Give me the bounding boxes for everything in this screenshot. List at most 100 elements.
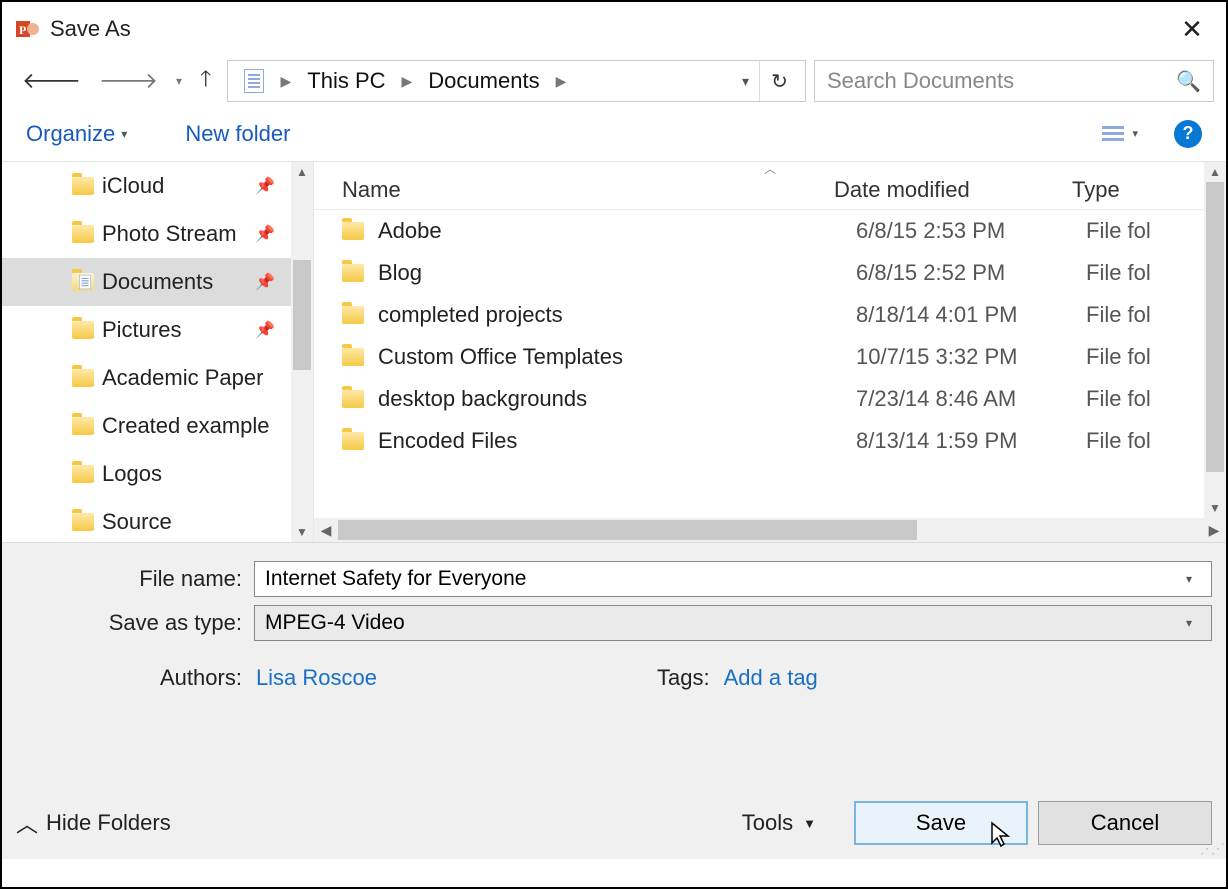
forward-button[interactable]: 🡒 [99,68,158,94]
folder-icon [72,225,94,243]
title-bar: P Save As ✕ [2,2,1226,56]
file-name: completed projects [378,302,856,328]
resize-grip-icon[interactable]: ⋰⋰ [1200,840,1222,857]
sidebar-item-label: Documents [102,269,213,295]
pin-icon: 📌 [255,272,275,292]
tools-button[interactable]: Tools ▼ [742,810,816,836]
file-name: Adobe [378,218,856,244]
authors-label: Authors: [160,665,242,691]
file-hscrollbar[interactable]: ◀ ▶ [314,518,1226,542]
address-bar[interactable]: ▶ This PC ▶ Documents ▶ ▾ ↻ [227,60,806,102]
chevron-right-icon[interactable]: ▶ [274,73,297,90]
folder-icon [72,417,94,435]
authors-value[interactable]: Lisa Roscoe [256,665,377,691]
file-type: File fol [1086,428,1151,454]
hide-folders-button[interactable]: ︿ Hide Folders [16,807,171,839]
chevron-down-icon[interactable]: ▾ [1177,567,1201,591]
help-button[interactable]: ? [1174,120,1202,148]
bottom-bar: ︿ Hide Folders Tools ▼ Save Cancel [16,801,1212,845]
cursor-icon [990,821,1014,849]
collapse-caret-icon[interactable]: ︿ [764,162,776,177]
file-type: File fol [1086,260,1151,286]
saveastype-select[interactable]: MPEG-4 Video ▾ [254,605,1212,641]
recent-dropdown[interactable]: ▾ [176,74,182,88]
file-row[interactable]: Adobe6/8/15 2:53 PMFile fol [314,210,1226,252]
sidebar-item[interactable]: Source [2,498,313,542]
sidebar-item[interactable]: Academic Paper [2,354,313,402]
save-button[interactable]: Save [854,801,1028,845]
file-type: File fol [1086,386,1151,412]
refresh-button[interactable]: ↻ [759,61,799,101]
file-type: File fol [1086,344,1151,370]
new-folder-button[interactable]: New folder [185,121,290,147]
sidebar-item[interactable]: iCloud 📌 [2,162,313,210]
sidebar-item[interactable]: Logos [2,450,313,498]
view-button[interactable]: ▾ [1102,125,1138,143]
sidebar: iCloud📌Photo Stream📌Documents📌Pictures📌A… [2,162,314,542]
folder-icon [342,306,364,324]
chevron-down-icon[interactable]: ▾ [1177,611,1201,635]
file-row[interactable]: desktop backgrounds7/23/14 8:46 AMFile f… [314,378,1226,420]
file-name: Blog [378,260,856,286]
file-type: File fol [1086,302,1151,328]
folder-icon [72,513,94,531]
file-date: 8/18/14 4:01 PM [856,302,1086,328]
sidebar-item[interactable]: Photo Stream📌 [2,210,313,258]
nav-row: 🡐 🡒 ▾ 🡑 ▶ This PC ▶ Documents ▶ ▾ ↻ Sear… [2,56,1226,106]
search-input[interactable]: Search Documents 🔍 [814,60,1214,102]
file-date: 6/8/15 2:53 PM [856,218,1086,244]
saveastype-label: Save as type: [16,610,254,636]
column-name[interactable]: Name [314,177,834,203]
close-button[interactable]: ✕ [1172,14,1212,45]
breadcrumb-documents[interactable]: Documents [418,61,549,101]
breadcrumb-icon[interactable] [234,61,274,101]
file-row[interactable]: Encoded Files8/13/14 1:59 PMFile fol [314,420,1226,462]
organize-button[interactable]: Organize▾ [26,121,127,147]
main-area: iCloud📌Photo Stream📌Documents📌Pictures📌A… [2,162,1226,542]
sidebar-item-label: iCloud [102,173,164,199]
column-type[interactable]: Type [1064,177,1226,203]
file-row[interactable]: Custom Office Templates10/7/15 3:32 PMFi… [314,336,1226,378]
breadcrumb-this-pc[interactable]: This PC [297,61,395,101]
file-date: 10/7/15 3:32 PM [856,344,1086,370]
bottom-panel: File name: Internet Safety for Everyone … [2,542,1226,859]
sidebar-item[interactable]: Created example [2,402,313,450]
powerpoint-icon: P [16,17,40,41]
file-row[interactable]: completed projects8/18/14 4:01 PMFile fo… [314,294,1226,336]
folder-icon [72,369,94,387]
svg-text:P: P [19,23,26,37]
chevron-right-icon[interactable]: ▶ [396,73,419,90]
tags-value[interactable]: Add a tag [724,665,818,691]
sidebar-item[interactable]: Pictures📌 [2,306,313,354]
pin-icon: 📌 [255,320,275,340]
file-row[interactable]: Blog6/8/15 2:52 PMFile fol [314,252,1226,294]
file-date: 6/8/15 2:52 PM [856,260,1086,286]
cancel-button[interactable]: Cancel [1038,801,1212,845]
folder-icon [72,177,94,195]
toolbar: Organize▾ New folder ▾ ? [2,106,1226,162]
file-name: Custom Office Templates [378,344,856,370]
sidebar-item[interactable]: Documents 📌 [2,258,313,306]
dialog-title: Save As [50,16,131,42]
tags-label: Tags: [657,665,710,691]
back-button[interactable]: 🡐 [22,68,81,94]
folder-icon [72,321,94,339]
documents-icon [72,273,94,291]
address-dropdown[interactable]: ▾ [732,73,759,90]
sidebar-scrollbar[interactable]: ▲ ▼ [291,162,313,542]
column-date[interactable]: Date modified [834,177,1064,203]
sidebar-item-label: Academic Paper [102,365,263,391]
chevron-up-icon: ︿ [16,807,38,839]
up-button[interactable]: 🡑 [200,62,211,100]
pin-icon: 📌 [255,224,275,244]
folder-icon [342,348,364,366]
file-type: File fol [1086,218,1151,244]
file-date: 8/13/14 1:59 PM [856,428,1086,454]
file-name: desktop backgrounds [378,386,856,412]
pin-icon: 📌 [255,176,275,196]
folder-icon [342,222,364,240]
chevron-right-icon[interactable]: ▶ [550,73,573,90]
filename-input[interactable]: Internet Safety for Everyone ▾ [254,561,1212,597]
file-vscrollbar[interactable]: ▲ ▼ [1204,162,1226,518]
search-icon[interactable]: 🔍 [1176,69,1201,94]
